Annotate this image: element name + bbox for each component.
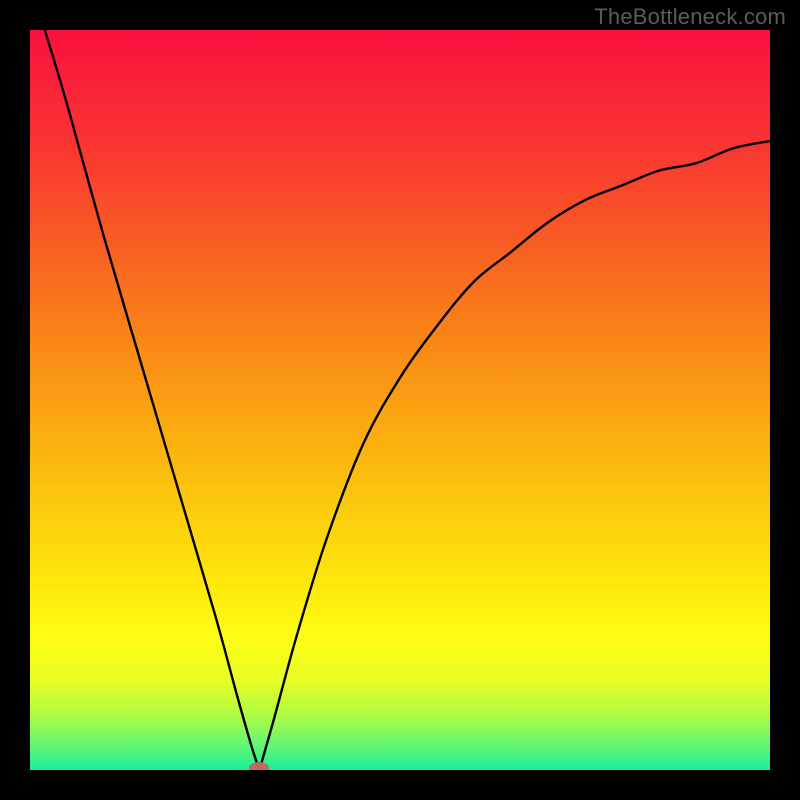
bottleneck-curve (30, 30, 770, 770)
plot-area (30, 30, 770, 770)
minimum-marker (249, 762, 269, 770)
chart-frame: TheBottleneck.com (0, 0, 800, 800)
watermark-text: TheBottleneck.com (594, 4, 786, 30)
